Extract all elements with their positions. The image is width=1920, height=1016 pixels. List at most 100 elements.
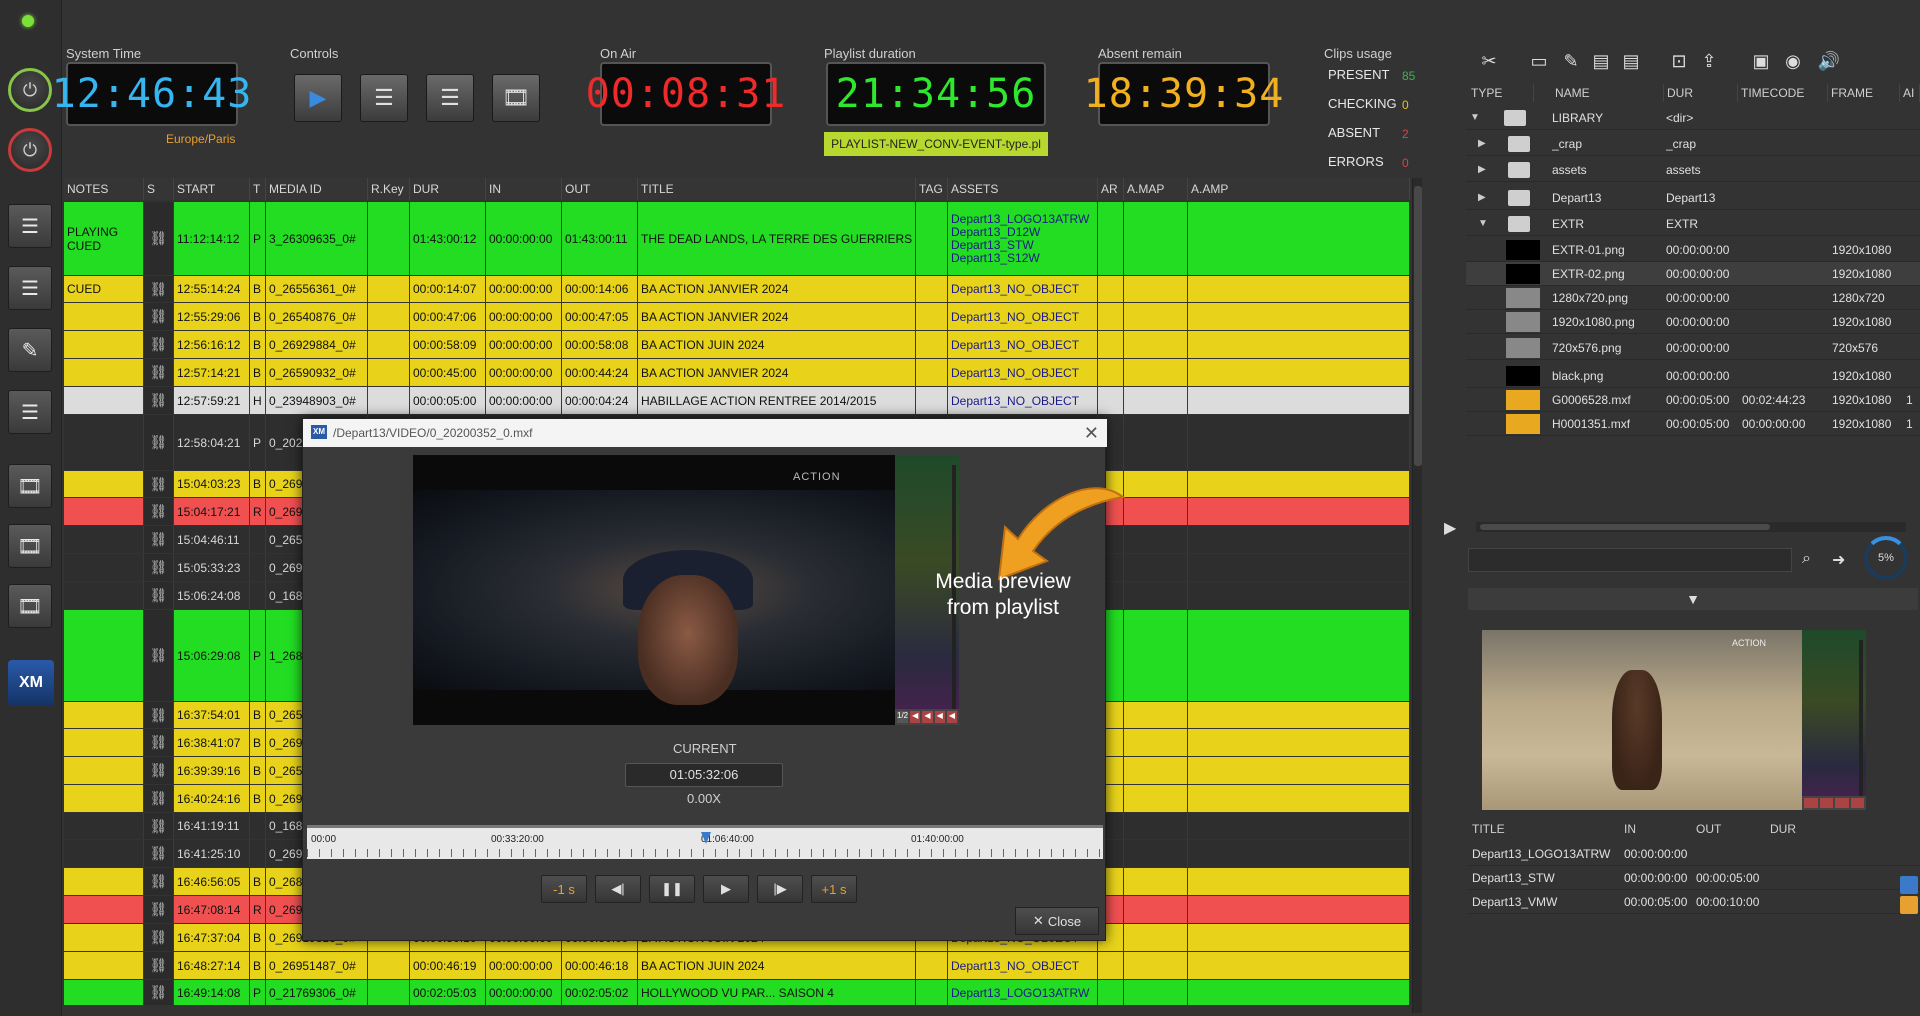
playlist-button[interactable]: ☰: [8, 204, 52, 248]
chevron-right-icon[interactable]: ▶: [1478, 186, 1486, 210]
edit-button[interactable]: ✎: [8, 328, 52, 372]
library-col-dur[interactable]: DUR: [1664, 84, 1738, 102]
speaker-icon[interactable]: ◀: [934, 711, 945, 723]
close-button[interactable]: ✕ Close: [1015, 907, 1099, 935]
monitor-icon[interactable]: [1900, 896, 1918, 914]
speaker-icon[interactable]: ◀: [922, 711, 933, 723]
col-header-title[interactable]: TITLE: [638, 178, 916, 200]
asset-row[interactable]: Depart13_VMW 00:00:05:00 00:00:10:00: [1468, 890, 1920, 914]
library-col-name[interactable]: NAME: [1552, 84, 1664, 102]
next-button[interactable]: ☰: [426, 74, 474, 122]
library-row[interactable]: 1280x720.png 00:00:00:00 1280x720: [1466, 286, 1920, 310]
dialog-titlebar[interactable]: XM /Depart13/VIDEO/0_20200352_0.mxf ✕: [303, 419, 1107, 447]
arrow-right-icon[interactable]: ➜: [1832, 550, 1845, 570]
play-button[interactable]: ▶: [703, 875, 749, 903]
col-header-assets[interactable]: ASSETS: [948, 178, 1098, 200]
table-row[interactable]: ⛓ 12:55:29:06 B 0_26540876_0# 00:00:47:06 00:…: [64, 303, 1410, 330]
col-header-tag[interactable]: TAG: [916, 178, 948, 200]
xm-logo[interactable]: XM: [8, 660, 54, 706]
library-row[interactable]: H0001351.mxf 00:00:05:00 00:00:00:00 1920x1…: [1466, 412, 1920, 436]
chevron-right-icon[interactable]: ▶: [1478, 158, 1486, 182]
power-on-button[interactable]: ⏻: [8, 68, 52, 112]
cue-button[interactable]: ☰: [360, 74, 408, 122]
col-header-amap[interactable]: A.MAP: [1124, 178, 1188, 200]
table-row[interactable]: ⛓ 12:57:59:21 H 0_23948903_0# 00:00:05:00 00:…: [64, 387, 1410, 414]
edit-tool-icon[interactable]: ✎: [1558, 48, 1584, 74]
close-icon[interactable]: ✕: [1084, 423, 1099, 444]
cut-icon[interactable]: ✂: [1476, 48, 1502, 74]
chevron-right-icon[interactable]: ▶: [1478, 132, 1486, 156]
library-col-ai[interactable]: AI: [1900, 84, 1920, 102]
library-row[interactable]: 1920x1080.png 00:00:00:00 1920x1080: [1466, 310, 1920, 334]
library-row[interactable]: EXTR-02.png 00:00:00:00 1920x1080: [1466, 262, 1920, 286]
next-frame-button[interactable]: |▶: [757, 875, 803, 903]
table-row[interactable]: ⛓ 16:48:27:14 B 0_26951487_0# 00:00:46:19 00:…: [64, 952, 1410, 979]
expand-panel-icon[interactable]: ▶: [1444, 518, 1456, 538]
collapse-preview-button[interactable]: ▼: [1468, 588, 1918, 610]
play-button[interactable]: ▶: [294, 74, 342, 122]
col-header-ar[interactable]: AR: [1098, 178, 1124, 200]
library-row[interactable]: ▶ Depart13 Depart13: [1466, 186, 1920, 210]
clip-add-icon[interactable]: ▤: [1588, 48, 1614, 74]
import-icon[interactable]: ⊡: [1666, 48, 1692, 74]
back-1s-button[interactable]: -1 s: [541, 875, 587, 903]
library-row[interactable]: ▶ _crap _crap: [1466, 132, 1920, 156]
library-row[interactable]: 720x576.png 00:00:00:00 720x576: [1466, 336, 1920, 360]
col-header-t[interactable]: T: [250, 178, 266, 200]
library-col-type[interactable]: TYPE: [1468, 84, 1534, 102]
col-header-aamp[interactable]: A.AMP: [1188, 178, 1410, 200]
pause-button[interactable]: ❚❚: [649, 875, 695, 903]
table-row[interactable]: PLAYING CUED ⛓ 11:12:14:12 P 3_26309635_0# 01…: [64, 202, 1410, 275]
playlist-name-badge[interactable]: PLAYLIST-NEW_CONV-EVENT-type.pl: [824, 132, 1048, 156]
library-col-timecode[interactable]: TIMECODE: [1738, 84, 1828, 102]
col-header-in[interactable]: IN: [486, 178, 562, 200]
library-hscrollbar[interactable]: [1476, 522, 1906, 532]
clip-remove-icon[interactable]: ▤: [1618, 48, 1644, 74]
library-row[interactable]: EXTR-01.png 00:00:00:00 1920x1080: [1466, 238, 1920, 262]
table-row[interactable]: CUED ⛓ 12:55:14:24 B 0_26556361_0# 00:00:14:0…: [64, 276, 1410, 302]
network-icon[interactable]: ◉: [1780, 48, 1806, 74]
scrollbar-thumb[interactable]: [1414, 186, 1422, 466]
col-header-start[interactable]: START: [174, 178, 250, 200]
table-row[interactable]: ⛓ 16:49:14:08 P 0_21769306_0# 00:02:05:03 00:…: [64, 980, 1410, 1005]
playlist-add-button[interactable]: ☰: [8, 266, 52, 310]
search-icon[interactable]: ⌕: [1802, 550, 1811, 568]
col-header-dur[interactable]: DUR: [410, 178, 486, 200]
clip-preview-button[interactable]: 🎞: [492, 74, 540, 122]
new-folder-icon[interactable]: ▭: [1526, 48, 1552, 74]
playlist-scrollbar[interactable]: [1412, 178, 1422, 1013]
chevron-down-icon[interactable]: ▼: [1470, 106, 1480, 130]
clip-remove-button[interactable]: 🎞: [8, 584, 52, 628]
clip-button[interactable]: 🎞: [8, 524, 52, 568]
playlist-alert-button[interactable]: ☰: [8, 390, 52, 434]
timeline-scrubber[interactable]: 00:00 00:33:20:00 01:06:40:00 01:40:00:0…: [307, 825, 1103, 859]
library-row[interactable]: ▼ EXTR EXTR: [1466, 212, 1920, 236]
forward-1s-button[interactable]: +1 s: [811, 875, 857, 903]
asset-row[interactable]: Depart13_LOGO13ATRW 00:00:00:00: [1468, 842, 1920, 866]
library-row[interactable]: ▼ LIBRARY <dir>: [1466, 106, 1920, 130]
export-icon[interactable]: ⇪: [1696, 48, 1722, 74]
table-row[interactable]: ⛓ 12:57:14:21 B 0_26590932_0# 00:00:45:00 00:…: [64, 359, 1410, 386]
col-header-s[interactable]: S: [144, 178, 174, 200]
library-row[interactable]: ▶ assets assets: [1466, 158, 1920, 182]
col-header-notes[interactable]: NOTES: [64, 178, 144, 200]
col-header-rkey[interactable]: R.Key: [368, 178, 410, 200]
prev-frame-button[interactable]: ◀|: [595, 875, 641, 903]
power-off-button[interactable]: ⏻: [8, 128, 52, 172]
col-header-out[interactable]: OUT: [562, 178, 638, 200]
col-header-media[interactable]: MEDIA ID: [266, 178, 368, 200]
monitor-icon[interactable]: ▣: [1748, 48, 1774, 74]
settings-icon[interactable]: [1900, 876, 1918, 894]
library-row[interactable]: G0006528.mxf 00:00:05:00 00:02:44:23 1920x1…: [1466, 388, 1920, 412]
chevron-down-icon[interactable]: ▼: [1478, 212, 1488, 236]
scrollbar-thumb[interactable]: [1480, 524, 1770, 530]
asset-row[interactable]: Depart13_STW 00:00:00:00 00:00:05:00: [1468, 866, 1920, 890]
speaker-icon[interactable]: ◀: [910, 711, 921, 723]
audio-icon[interactable]: 🔊: [1816, 48, 1842, 74]
library-col-frame[interactable]: FRAME: [1828, 84, 1900, 102]
library-search-input[interactable]: [1468, 548, 1792, 572]
speaker-icon[interactable]: ◀: [946, 711, 957, 723]
clip-add-button[interactable]: 🎞: [8, 464, 52, 508]
table-row[interactable]: ⛓ 12:56:16:12 B 0_26929884_0# 00:00:58:09 00:…: [64, 331, 1410, 358]
library-row[interactable]: black.png 00:00:00:00 1920x1080: [1466, 364, 1920, 388]
